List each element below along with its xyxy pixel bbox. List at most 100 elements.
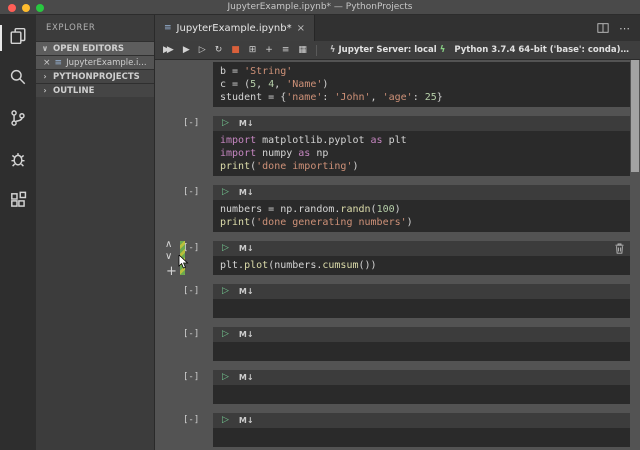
- interrupt-kernel-icon[interactable]: ■: [231, 46, 240, 55]
- cell-code[interactable]: [213, 428, 630, 447]
- window-title: JupyterExample.ipynb* — PythonProjects: [0, 2, 640, 12]
- cell-toolbar: ▷ M↓: [213, 241, 630, 256]
- convert-to-markdown-button[interactable]: M↓: [239, 245, 254, 253]
- cell-code[interactable]: [213, 299, 630, 318]
- notebook-file-icon: ≡: [55, 58, 63, 68]
- convert-to-markdown-button[interactable]: M↓: [239, 417, 254, 425]
- code-line: import numpy as np: [220, 147, 630, 160]
- convert-to-markdown-button[interactable]: M↓: [239, 374, 254, 382]
- more-actions-icon[interactable]: ⋯: [619, 22, 630, 35]
- tab-actions: ⋯: [597, 15, 640, 41]
- notebook-cell: b = 'String'c = (5, 4, 'Name')student = …: [213, 62, 630, 107]
- tab-jupyterexample[interactable]: ≡ JupyterExample.ipynb* ×: [155, 15, 315, 41]
- collapse-cell-button[interactable]: [-]: [183, 329, 199, 339]
- convert-to-markdown-button[interactable]: M↓: [239, 331, 254, 339]
- cell-toolbar: ▷ M↓: [213, 116, 630, 131]
- convert-to-markdown-button[interactable]: M↓: [239, 189, 254, 197]
- run-cell-button[interactable]: ▷: [222, 287, 229, 296]
- delete-cell-button[interactable]: [615, 243, 624, 254]
- run-cell-icon[interactable]: ▶: [183, 46, 190, 55]
- convert-to-markdown-button[interactable]: M↓: [239, 120, 254, 128]
- outline-section-label: OUTLINE: [53, 86, 94, 96]
- add-cell-below-button[interactable]: +: [166, 265, 177, 278]
- cell-list: b = 'String'c = (5, 4, 'Name')student = …: [213, 62, 630, 447]
- run-cell-button[interactable]: ▷: [222, 416, 229, 425]
- open-editor-item[interactable]: × ≡ JupyterExample.i...: [36, 55, 154, 69]
- python-interpreter-label[interactable]: Python 3.7.4 64-bit ('base': conda)…: [454, 45, 629, 55]
- notebook-toolbar: ▶▶ ▶ ▷ ↻ ■ ⊞ + ≡ ▦ ϟ Jupyter Server: loc…: [155, 41, 640, 60]
- explorer-sidebar: EXPLORER ∨ OPEN EDITORS × ≡ JupyterExamp…: [36, 15, 155, 450]
- sidebar-title: EXPLORER: [36, 15, 154, 41]
- open-editors-header[interactable]: ∨ OPEN EDITORS: [36, 41, 154, 55]
- toolbar-divider: [316, 45, 317, 56]
- notebook-cell: [-]▷M↓: [213, 370, 630, 404]
- code-line: print('done importing'): [220, 160, 630, 173]
- collapse-cell-button[interactable]: [-]: [183, 118, 199, 128]
- jupyter-server-label: Jupyter Server: local: [339, 45, 437, 55]
- folder-section-header[interactable]: › PYTHONPROJECTS: [36, 69, 154, 83]
- notebook-cell: [-]▷M↓: [213, 327, 630, 361]
- folder-section-label: PYTHONPROJECTS: [53, 72, 140, 82]
- activity-bar: [0, 15, 36, 450]
- activity-debug[interactable]: [0, 148, 36, 174]
- collapse-all-icon[interactable]: ≡: [282, 46, 290, 55]
- cell-code[interactable]: [213, 385, 630, 404]
- code-line: print('done generating numbers'): [220, 216, 630, 229]
- activity-extensions[interactable]: [0, 189, 36, 215]
- notebook-cell: [-]▷M↓plt.plot(numbers.cumsum())∧∨+: [213, 241, 630, 275]
- activity-search[interactable]: [0, 66, 36, 92]
- jupyter-server-status[interactable]: ϟ Jupyter Server: local ϟ: [330, 45, 445, 55]
- cell-toolbar: ▷ M↓: [213, 413, 630, 428]
- collapse-cell-button[interactable]: [-]: [183, 187, 199, 197]
- run-all-cells-icon[interactable]: ▶▶: [163, 46, 174, 55]
- code-line: numbers = np.random.randn(100): [220, 203, 630, 216]
- close-window-button[interactable]: [8, 4, 16, 12]
- extensions-icon: [9, 191, 27, 213]
- cell-code[interactable]: import matplotlib.pyplot as pltimport nu…: [213, 131, 630, 176]
- mouse-cursor: [178, 254, 189, 273]
- code-line: plt.plot(numbers.cumsum()): [220, 259, 630, 272]
- cell-code[interactable]: numbers = np.random.randn(100)print('don…: [213, 200, 630, 232]
- trash-icon: [615, 243, 624, 254]
- restart-kernel-icon[interactable]: ↻: [215, 46, 223, 55]
- collapse-cell-button[interactable]: [-]: [183, 415, 199, 425]
- server-connected-icon: ϟ: [440, 45, 446, 55]
- cell-code[interactable]: [213, 342, 630, 361]
- cell-code[interactable]: plt.plot(numbers.cumsum()): [213, 256, 630, 275]
- split-editor-icon[interactable]: [597, 19, 609, 38]
- move-cell-down-button[interactable]: ∨: [165, 252, 172, 262]
- close-editor-icon[interactable]: ×: [43, 58, 51, 68]
- convert-to-markdown-button[interactable]: M↓: [239, 288, 254, 296]
- editor-scrollbar[interactable]: [631, 60, 639, 172]
- add-cell-icon[interactable]: +: [265, 46, 273, 55]
- run-below-icon[interactable]: ▷: [199, 46, 206, 55]
- code-line: c = (5, 4, 'Name'): [220, 78, 630, 91]
- run-cell-button[interactable]: ▷: [222, 188, 229, 197]
- run-cell-button[interactable]: ▷: [222, 373, 229, 382]
- zoom-window-button[interactable]: [36, 4, 44, 12]
- run-cell-button[interactable]: ▷: [222, 330, 229, 339]
- collapse-cell-button[interactable]: [-]: [183, 372, 199, 382]
- activity-explorer[interactable]: [0, 25, 36, 51]
- move-cell-up-button[interactable]: ∧: [165, 240, 172, 250]
- cell-toolbar: ▷ M↓: [213, 370, 630, 385]
- run-cell-button[interactable]: ▷: [222, 244, 229, 253]
- editor-area: ≡ JupyterExample.ipynb* × ⋯ ▶▶ ▶ ▷: [155, 15, 640, 450]
- run-cell-button[interactable]: ▷: [222, 119, 229, 128]
- chevron-right-icon: ›: [41, 72, 49, 81]
- code-line: import matplotlib.pyplot as plt: [220, 134, 630, 147]
- vscode-window: JupyterExample.ipynb* — PythonProjects: [0, 0, 640, 450]
- outline-section-header[interactable]: › OUTLINE: [36, 83, 154, 97]
- activity-source-control[interactable]: [0, 107, 36, 133]
- cell-toolbar: ▷ M↓: [213, 185, 630, 200]
- plug-icon: ϟ: [330, 45, 336, 55]
- minimize-window-button[interactable]: [22, 4, 30, 12]
- export-icon[interactable]: ⊞: [249, 46, 257, 55]
- collapse-cell-button[interactable]: [-]: [183, 243, 199, 253]
- git-branch-icon: [9, 109, 27, 131]
- variable-explorer-icon[interactable]: ▦: [298, 46, 307, 55]
- cell-code[interactable]: b = 'String'c = (5, 4, 'Name')student = …: [213, 62, 630, 107]
- cell-toolbar: ▷ M↓: [213, 284, 630, 299]
- collapse-cell-button[interactable]: [-]: [183, 286, 199, 296]
- close-tab-icon[interactable]: ×: [297, 23, 305, 34]
